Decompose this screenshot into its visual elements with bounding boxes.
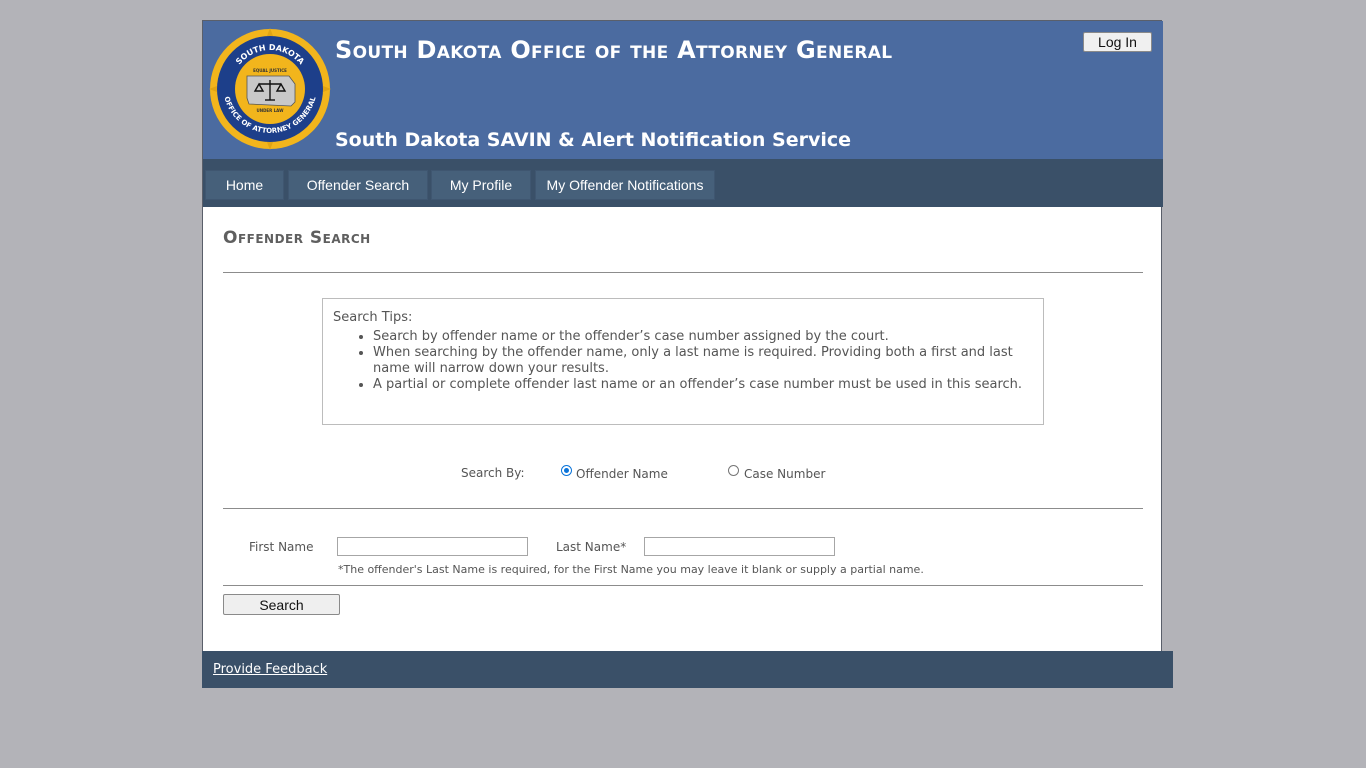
site-header: SOUTH DAKOTA OFFICE OF ATTORNEY GENERAL …	[203, 21, 1163, 159]
search-tip: A partial or complete offender last name…	[373, 377, 1023, 393]
search-by-label: Search By:	[461, 466, 525, 480]
attorney-general-seal-logo: SOUTH DAKOTA OFFICE OF ATTORNEY GENERAL …	[209, 28, 331, 150]
login-button[interactable]: Log In	[1083, 32, 1152, 52]
site-title: South Dakota Office of the Attorney Gene…	[335, 36, 893, 64]
search-tip: Search by offender name or the offender’…	[373, 329, 1023, 345]
svg-text:UNDER LAW: UNDER LAW	[257, 108, 285, 113]
last-name-label: Last Name*	[556, 540, 627, 554]
site-subtitle: South Dakota SAVIN & Alert Notification …	[335, 129, 852, 151]
divider	[223, 272, 1143, 273]
main-nav: Home Offender Search My Profile My Offen…	[203, 159, 1163, 207]
divider	[223, 508, 1143, 509]
search-tips-title: Search Tips:	[333, 310, 413, 325]
site-footer: Provide Feedback	[202, 651, 1173, 688]
last-name-input[interactable]	[644, 537, 835, 556]
divider	[223, 585, 1143, 586]
page-container: SOUTH DAKOTA OFFICE OF ATTORNEY GENERAL …	[202, 20, 1163, 688]
search-button[interactable]: Search	[223, 594, 340, 615]
nav-item-my-offender-notifications[interactable]: My Offender Notifications	[535, 170, 715, 200]
offender-name-radio[interactable]	[561, 465, 572, 476]
nav-item-home[interactable]: Home	[205, 170, 284, 200]
search-tip: When searching by the offender name, onl…	[373, 345, 1023, 377]
case-number-radio[interactable]	[728, 465, 739, 476]
first-name-input[interactable]	[337, 537, 528, 556]
offender-name-radio-label[interactable]: Offender Name	[576, 467, 668, 481]
search-tips-list: Search by offender name or the offender’…	[333, 329, 1023, 393]
svg-text:EQUAL JUSTICE: EQUAL JUSTICE	[253, 68, 287, 73]
page-title: Offender Search	[223, 228, 371, 248]
nav-item-offender-search[interactable]: Offender Search	[288, 170, 428, 200]
search-tips-box: Search Tips: Search by offender name or …	[322, 298, 1044, 425]
provide-feedback-link[interactable]: Provide Feedback	[213, 662, 327, 677]
nav-item-my-profile[interactable]: My Profile	[431, 170, 531, 200]
last-name-required-note: *The offender's Last Name is required, f…	[338, 563, 924, 576]
case-number-radio-label[interactable]: Case Number	[744, 467, 825, 481]
first-name-label: First Name	[249, 540, 314, 554]
